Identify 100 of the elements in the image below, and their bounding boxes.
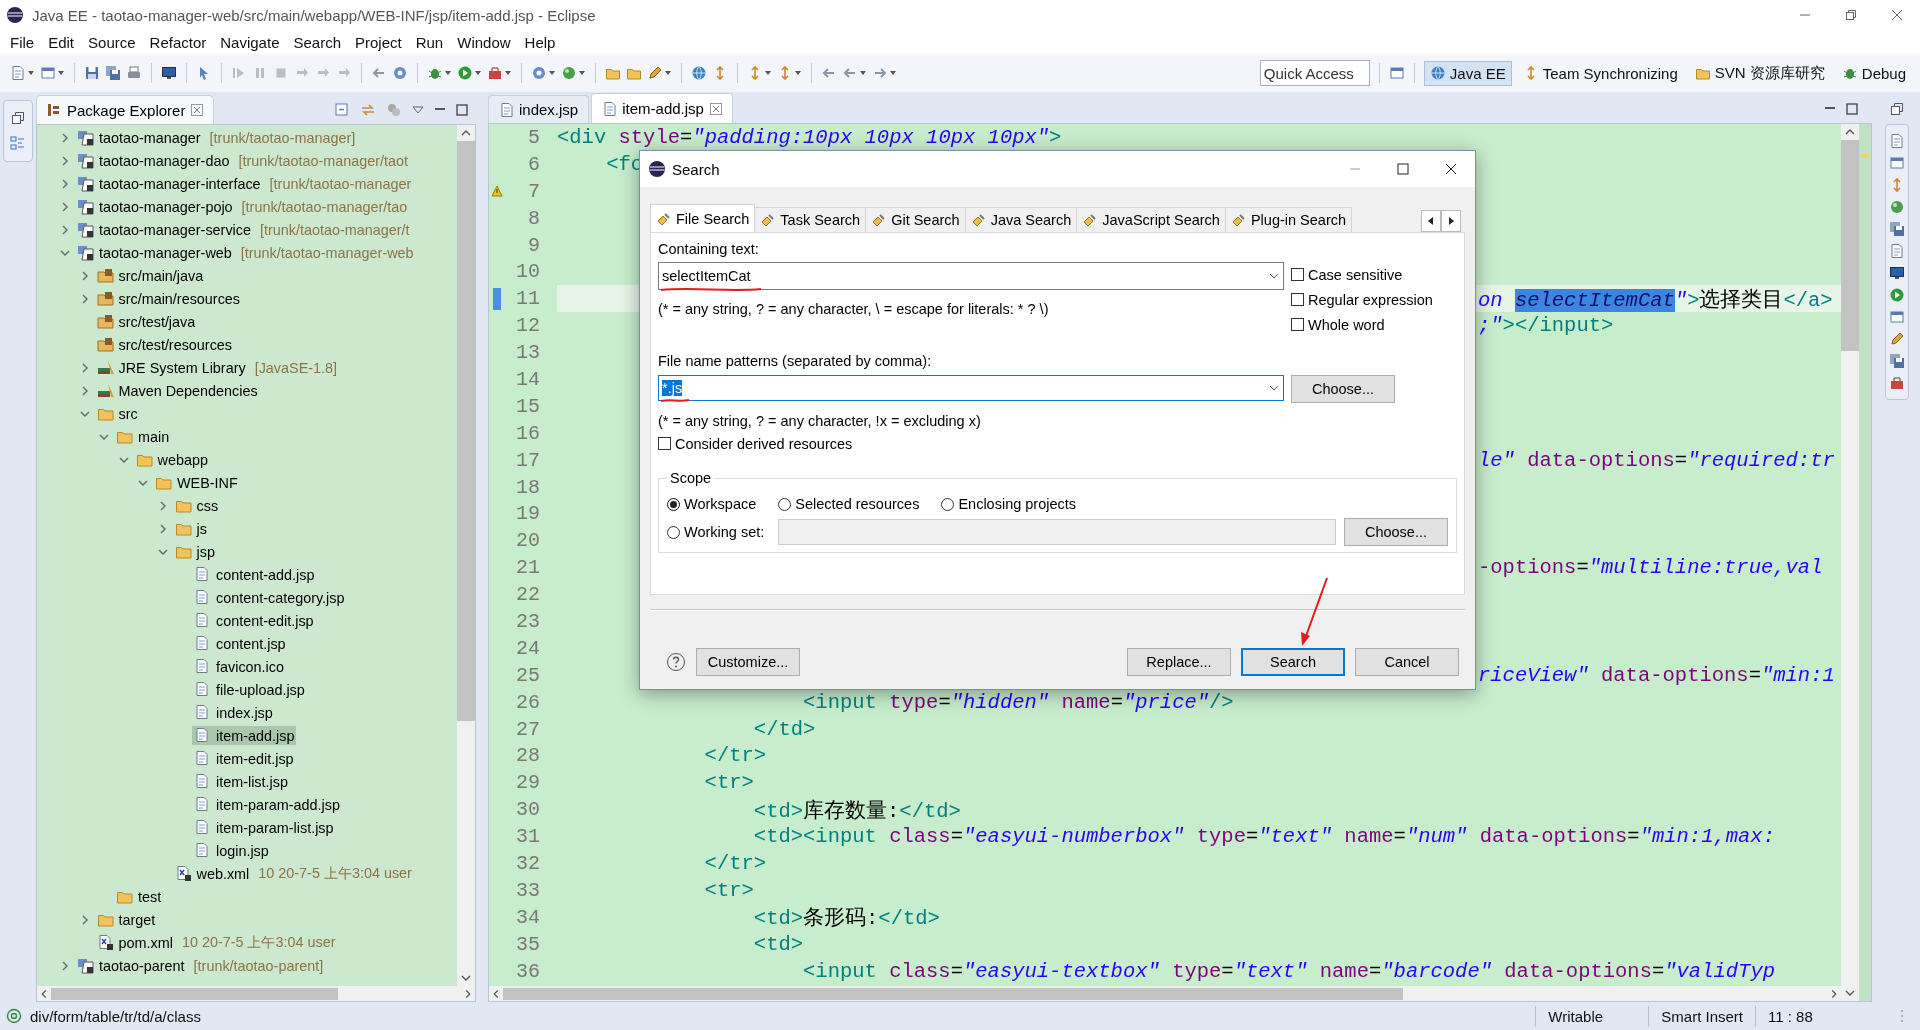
perspective-button[interactable]: Java EE (1423, 60, 1512, 86)
tree-item[interactable]: item-edit.jsp (192, 749, 296, 768)
tree-item[interactable]: src (94, 404, 140, 423)
outline-icon[interactable] (10, 135, 26, 151)
perspective-button[interactable]: Team Synchronizing (1516, 60, 1684, 86)
tree-item[interactable]: src/main/java (94, 266, 206, 285)
radio-label[interactable]: Selected resources (795, 496, 920, 512)
tree-item[interactable]: item-list.jsp (192, 772, 290, 791)
menu-item[interactable]: Run (408, 31, 451, 53)
gear-icon[interactable] (531, 65, 547, 81)
file-icon[interactable] (1889, 243, 1905, 259)
gear-icon[interactable] (392, 65, 408, 81)
checkbox-label[interactable]: Regular expression (1308, 291, 1433, 308)
monitor-icon[interactable] (161, 65, 177, 81)
tree-item[interactable]: target (94, 910, 158, 929)
file-pattern-field[interactable]: *.js (658, 375, 1284, 401)
new-window-icon[interactable] (40, 65, 56, 81)
choose-button[interactable]: Choose... (1291, 375, 1395, 403)
radio-label[interactable]: Working set: (684, 524, 765, 540)
working-set-field[interactable] (778, 519, 1336, 545)
scrollbar-thumb[interactable] (457, 141, 475, 722)
editor-tab[interactable]: item-add.jsp (591, 93, 733, 123)
help-icon[interactable] (666, 652, 686, 672)
layers-icon[interactable] (1889, 353, 1905, 369)
new-file-icon[interactable] (10, 65, 26, 81)
scroll-left-button[interactable] (1421, 210, 1441, 232)
tree-item[interactable]: taotao-manager-web [trunk/taotao-manager-web (75, 243, 416, 262)
view-tab[interactable]: Package Explorer (36, 95, 215, 124)
monitor-icon[interactable] (1889, 265, 1905, 281)
menu-item[interactable]: File (3, 31, 42, 53)
radio-label[interactable]: Enclosing projects (958, 496, 1077, 512)
save-icon[interactable] (84, 65, 100, 81)
checkbox[interactable] (658, 437, 671, 450)
dialog-tab[interactable]: File Search (650, 204, 756, 232)
scrollbar-thumb[interactable] (1841, 140, 1859, 352)
maximize-icon[interactable] (1846, 103, 1858, 115)
tree-item[interactable]: content-category.jsp (192, 588, 347, 607)
radio-button[interactable] (941, 497, 955, 511)
restore-icon[interactable] (11, 111, 25, 125)
tree-item[interactable]: src/main/resources (94, 289, 243, 308)
dialog-button[interactable]: Cancel (1355, 648, 1459, 676)
restore-icon[interactable] (1890, 102, 1904, 116)
editor-tab[interactable]: index.jsp (488, 95, 590, 123)
tree-item[interactable]: src/test/resources (94, 335, 235, 354)
scrollbar-thumb[interactable] (51, 987, 338, 1000)
collapse-all-icon[interactable] (334, 102, 350, 118)
tree-item[interactable]: src/test/java (94, 312, 198, 331)
globe-icon[interactable] (691, 65, 707, 81)
window-icon[interactable] (1889, 309, 1905, 325)
tree-item[interactable]: item-add.jsp (192, 726, 297, 745)
printer-icon[interactable] (126, 65, 142, 81)
tree-item[interactable]: item-param-add.jsp (192, 795, 342, 814)
perspective-button[interactable]: SVN 资源库研究 (1688, 59, 1831, 87)
radio-label[interactable]: Workspace (684, 496, 757, 512)
checkbox[interactable] (1291, 268, 1304, 281)
save-all-icon[interactable] (105, 65, 121, 81)
window-icon[interactable] (1889, 155, 1905, 171)
file-icon[interactable] (1889, 133, 1905, 149)
tree-item[interactable]: taotao-parent [trunk/taotao-parent] (75, 956, 326, 975)
tree-item[interactable]: test (114, 887, 164, 906)
checkbox-label[interactable]: Consider derived resources (675, 435, 853, 452)
dialog-button[interactable]: Customize... (696, 648, 800, 676)
checkbox[interactable] (1291, 293, 1304, 306)
tree-item[interactable]: content.jsp (192, 634, 288, 653)
tree-item[interactable]: content-add.jsp (192, 565, 317, 584)
pencil-icon[interactable] (1889, 331, 1905, 347)
view-menu-icon[interactable] (412, 104, 424, 116)
dialog-tab[interactable]: Plug-in Search (1224, 207, 1353, 232)
radio-button[interactable] (778, 497, 792, 511)
tree-item[interactable]: taotao-manager-interface [trunk/taotao-manager (75, 174, 414, 193)
scroll-right-button[interactable] (1441, 210, 1461, 232)
tree-item[interactable]: js (172, 519, 209, 538)
checkbox[interactable] (1291, 318, 1304, 331)
tree-item[interactable]: web.xml 10 20-7-5 上午3:04 user (172, 863, 414, 884)
menu-item[interactable]: Refactor (142, 31, 214, 53)
tree-item[interactable]: taotao-manager-dao [trunk/taotao-manager/taot (75, 151, 410, 170)
tree-item[interactable]: WEB-INF (153, 473, 240, 492)
run-icon[interactable] (1889, 287, 1905, 303)
containing-text-field[interactable]: selectItemCat (658, 262, 1284, 290)
layers-icon[interactable] (1889, 221, 1905, 237)
menu-item[interactable]: Search (286, 31, 348, 53)
checkbox-label[interactable]: Whole word (1308, 316, 1385, 333)
tree-item[interactable]: pom.xml 10 20-7-5 上午3:04 user (94, 932, 338, 953)
menu-item[interactable]: Project (348, 31, 409, 53)
scrollbar-thumb[interactable] (503, 987, 1404, 1000)
radio-button[interactable] (667, 497, 680, 511)
ball-icon[interactable] (561, 65, 577, 81)
toolbox-icon[interactable] (487, 65, 503, 81)
menu-item[interactable]: Window (450, 31, 518, 53)
maximize-icon[interactable] (456, 104, 468, 116)
radio-button[interactable] (667, 525, 680, 539)
link-icon[interactable] (360, 102, 376, 118)
menu-item[interactable]: Source (81, 31, 143, 53)
dialog-button[interactable]: Search (1241, 648, 1345, 676)
tree-item[interactable]: JRE System Library [JavaSE-1.8] (94, 358, 340, 377)
choose-button[interactable]: Choose... (1344, 518, 1448, 546)
menu-item[interactable]: Navigate (213, 31, 287, 53)
restore-icon[interactable] (1845, 9, 1857, 21)
tree-item[interactable]: taotao-manager [trunk/taotao-manager] (75, 128, 358, 147)
tree-item[interactable]: file-upload.jsp (192, 680, 307, 699)
